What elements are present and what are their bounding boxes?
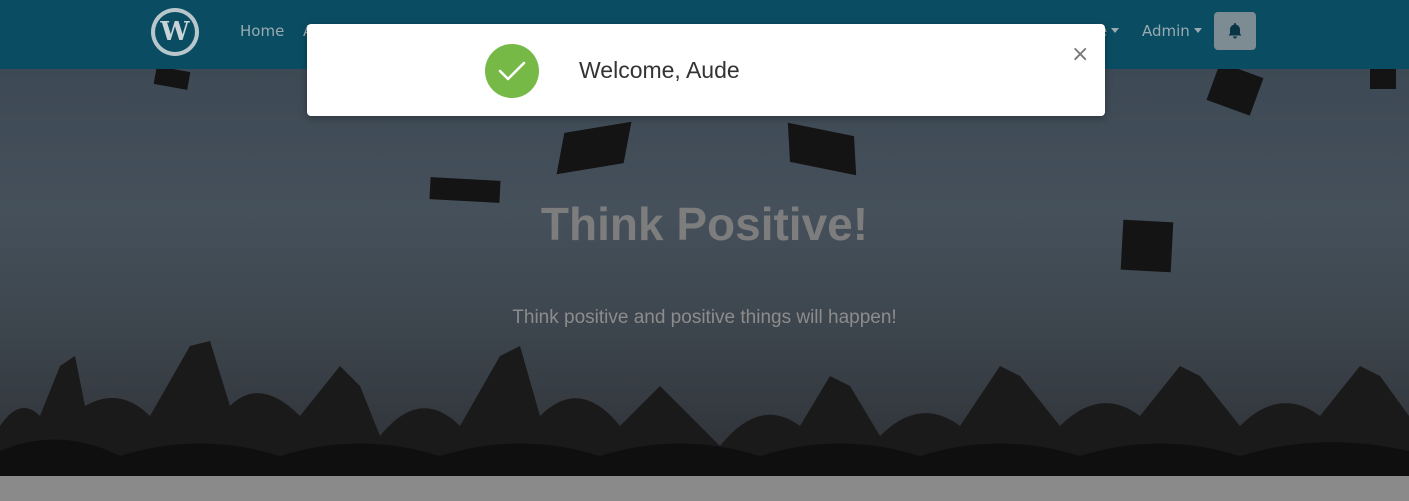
nav-link-home[interactable]: Home [240,22,284,40]
graduation-cap-decoration [556,121,632,175]
close-icon[interactable]: × [1071,42,1089,67]
hero-title: Think Positive! [540,198,869,250]
graduates-crowd-illustration [0,341,1409,476]
nav-dropdown-admin-label: Admin [1142,22,1190,40]
graduation-cap-decoration [1370,69,1396,89]
welcome-toast: Welcome, Aude × [307,24,1105,116]
graduation-cap-decoration [787,122,857,176]
footer-bar [0,476,1409,501]
nav-dropdown-admin[interactable]: Admin [1142,22,1202,40]
site-logo[interactable]: W [151,8,199,56]
caret-down-icon [1193,28,1202,33]
check-icon [485,44,539,98]
hero-banner: Think Positive! Think positive and posit… [0,69,1409,476]
graduation-cap-decoration [153,69,191,90]
graduation-cap-decoration [1206,69,1264,116]
notifications-button[interactable] [1214,12,1256,50]
toast-message: Welcome, Aude [579,57,740,83]
page: Think Positive! Think positive and posit… [0,0,1409,501]
hero-subtitle: Think positive and positive things will … [512,307,897,328]
caret-down-icon [1111,28,1120,33]
bell-icon [1228,23,1242,39]
logo-letter: W [155,12,195,52]
